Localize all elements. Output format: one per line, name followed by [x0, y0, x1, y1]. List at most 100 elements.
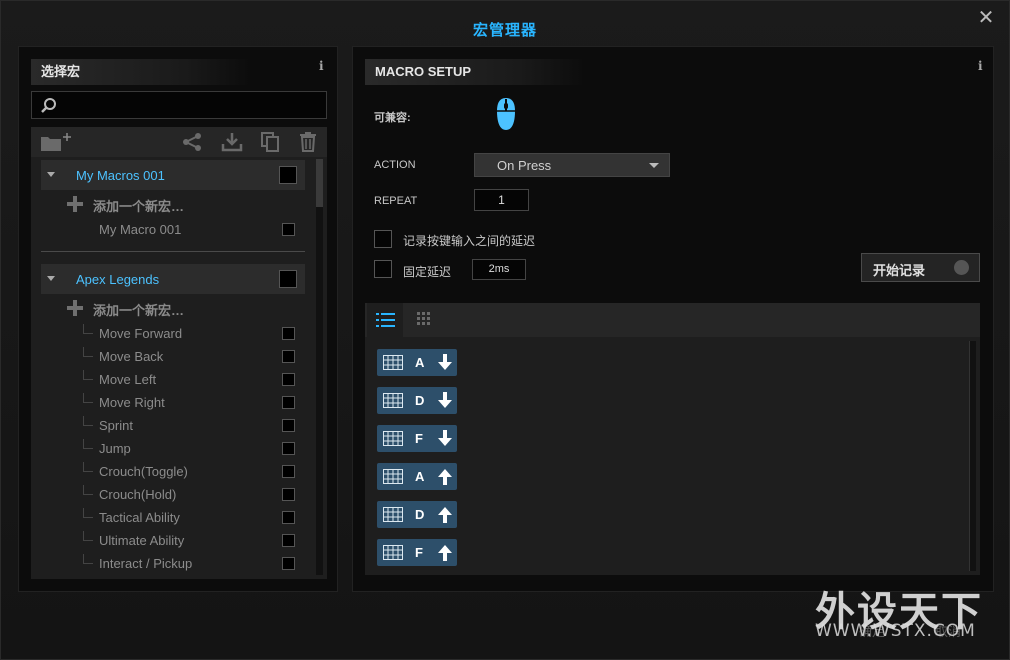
macro-tree: My Macros 001 添加一个新宏… My Macro 001 Apex …: [31, 157, 327, 579]
macro-event-up[interactable]: D: [377, 501, 457, 528]
macro-item-checkbox[interactable]: [282, 419, 295, 432]
macro-item-checkbox[interactable]: [282, 442, 295, 455]
tree-connector: [83, 416, 93, 426]
arrow-up-icon: [438, 469, 452, 485]
macro-item-label: Move Forward: [99, 326, 183, 341]
macro-list-item[interactable]: Ultimate Ability: [83, 531, 305, 551]
macro-list-item[interactable]: Move Right: [83, 393, 305, 413]
macro-setup-panel: MACRO SETUP i 可兼容: ACTION On Press REPEA…: [352, 46, 994, 592]
window-title: 宏管理器: [472, 22, 537, 39]
action-dropdown[interactable]: On Press: [474, 153, 670, 177]
event-key-label: D: [415, 507, 425, 522]
tree-connector: [83, 393, 93, 403]
search-input[interactable]: [62, 95, 320, 115]
record-indicator-icon: [954, 260, 969, 275]
arrow-down-icon: [438, 392, 452, 408]
macro-item-checkbox[interactable]: [282, 534, 295, 547]
macro-item-checkbox[interactable]: [282, 350, 295, 363]
event-key-label: A: [415, 355, 425, 370]
group-divider: [41, 251, 305, 252]
tree-connector: [83, 324, 93, 334]
trash-icon: [300, 132, 316, 152]
macro-list-item[interactable]: Jump: [83, 439, 305, 459]
mouse-icon: [497, 98, 515, 130]
tree-scrollbar-thumb[interactable]: [316, 159, 323, 207]
repeat-input[interactable]: 1: [474, 189, 529, 211]
macro-group-label: Apex Legends: [76, 272, 160, 287]
search-box: [31, 91, 327, 119]
macro-group-row[interactable]: My Macros 001: [41, 160, 305, 190]
macro-list-item[interactable]: My Macro 001: [83, 220, 305, 240]
macro-item-checkbox[interactable]: [282, 557, 295, 570]
copy-button[interactable]: [259, 132, 281, 152]
new-folder-button[interactable]: [41, 132, 73, 152]
arrow-down-icon: [438, 354, 452, 370]
group-checkbox[interactable]: [279, 270, 297, 288]
macro-event-down[interactable]: D: [377, 387, 457, 414]
info-icon[interactable]: i: [978, 59, 983, 73]
share-icon: [183, 133, 201, 151]
group-checkbox[interactable]: [279, 166, 297, 184]
macro-event-down[interactable]: A: [377, 349, 457, 376]
fixed-delay-input[interactable]: 2ms: [472, 259, 526, 280]
delete-button[interactable]: [297, 132, 319, 152]
search-icon: [41, 98, 56, 113]
macro-list-item[interactable]: Tactical Ability: [83, 508, 305, 528]
tree-scrollbar[interactable]: [316, 159, 323, 575]
fixed-delay-checkbox[interactable]: [374, 260, 392, 278]
new-folder-icon: [41, 133, 71, 151]
macro-item-label: Crouch(Hold): [99, 487, 177, 502]
macro-event-up[interactable]: A: [377, 463, 457, 490]
macro-item-checkbox[interactable]: [282, 396, 295, 409]
arrow-down-icon: [438, 430, 452, 446]
chevron-down-icon[interactable]: [47, 276, 55, 281]
record-delay-checkbox[interactable]: [374, 230, 392, 248]
macro-item-label: Ultimate Ability: [99, 533, 185, 548]
events-scrollbar[interactable]: [969, 341, 976, 571]
action-value: On Press: [497, 158, 552, 173]
macro-item-label: Sprint: [99, 418, 133, 433]
macro-list-item[interactable]: Move Left: [83, 370, 305, 390]
macro-list-item[interactable]: Crouch(Hold): [83, 485, 305, 505]
info-icon[interactable]: i: [319, 59, 324, 73]
plus-icon: [67, 300, 83, 316]
macro-setup-heading: MACRO SETUP: [365, 59, 585, 85]
compatible-label: 可兼容:: [374, 112, 411, 124]
tab-grid-view[interactable]: [407, 303, 443, 337]
macro-manager-window: 宏管理器 ✕ 选择宏 i My Macros 001 添加一个新宏… My Ma…: [0, 0, 1010, 660]
keyboard-icon: [383, 545, 403, 560]
macro-item-checkbox[interactable]: [282, 465, 295, 478]
macro-events-area: A D F A D F: [365, 303, 980, 575]
chevron-down-icon[interactable]: [47, 172, 55, 177]
macro-item-checkbox[interactable]: [282, 373, 295, 386]
tree-connector: [83, 439, 93, 449]
macro-item-checkbox[interactable]: [282, 327, 295, 340]
tab-list-view[interactable]: [367, 303, 403, 337]
macro-list-item[interactable]: Move Back: [83, 347, 305, 367]
fixed-delay-label: 固定延迟: [403, 265, 452, 279]
tree-connector: [83, 508, 93, 518]
macro-list-item[interactable]: Move Forward: [83, 324, 305, 344]
macro-list-item[interactable]: Sprint: [83, 416, 305, 436]
import-button[interactable]: [221, 132, 243, 152]
macro-item-checkbox[interactable]: [282, 488, 295, 501]
macro-item-checkbox[interactable]: [282, 511, 295, 524]
share-button[interactable]: [181, 132, 203, 152]
start-recording-button[interactable]: 开始记录: [861, 253, 980, 282]
record-delay-label: 记录按键输入之间的延迟: [403, 234, 536, 248]
event-key-label: F: [415, 545, 423, 560]
import-icon: [221, 133, 243, 152]
macro-group-row[interactable]: Apex Legends: [41, 264, 305, 294]
macro-group-label: My Macros 001: [76, 168, 165, 183]
event-key-label: A: [415, 469, 425, 484]
macro-item-label: Move Right: [99, 395, 165, 410]
macro-item-label: Crouch(Toggle): [99, 464, 188, 479]
macro-event-up[interactable]: F: [377, 539, 457, 566]
close-button[interactable]: ✕: [975, 7, 997, 29]
macro-event-down[interactable]: F: [377, 425, 457, 452]
arrow-up-icon: [438, 545, 452, 561]
macro-list-item[interactable]: Crouch(Toggle): [83, 462, 305, 482]
start-recording-label: 开始记录: [873, 263, 926, 278]
macro-item-checkbox[interactable]: [282, 223, 295, 236]
macro-list-item[interactable]: Interact / Pickup: [83, 554, 305, 574]
